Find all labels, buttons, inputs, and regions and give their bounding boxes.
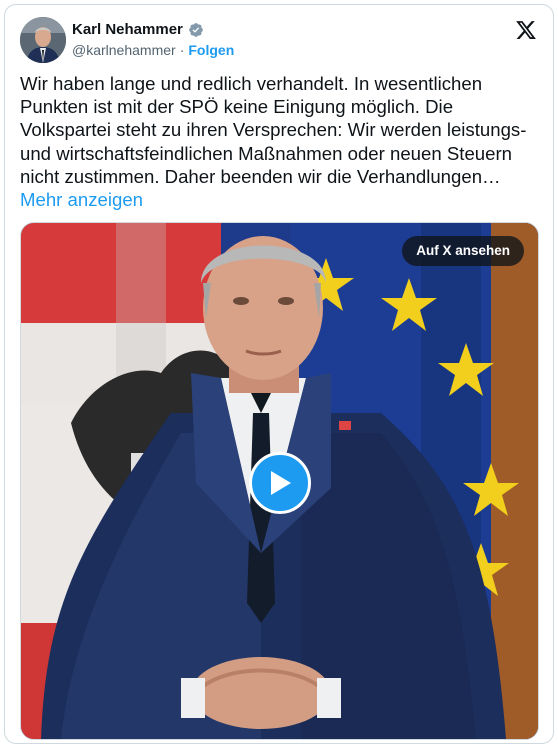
verified-badge-icon	[189, 22, 203, 37]
post-text: Wir haben lange und redlich verhandelt. …	[20, 72, 545, 211]
play-icon	[271, 471, 291, 495]
author-handle[interactable]: @karlnehammer	[72, 42, 176, 58]
embedded-post-card[interactable]: Karl Nehammer @karlnehammer · Folgen Wir…	[4, 4, 554, 744]
show-more-link[interactable]: Mehr anzeigen	[20, 189, 143, 210]
x-logo-icon[interactable]	[515, 19, 537, 41]
author-name[interactable]: Karl Nehammer	[72, 21, 183, 38]
post-body: Wir haben lange und redlich verhandelt. …	[20, 73, 527, 187]
follow-button[interactable]: Folgen	[188, 42, 234, 58]
play-button[interactable]	[249, 452, 311, 514]
avatar[interactable]	[20, 17, 66, 63]
video-player[interactable]: Auf X ansehen	[20, 222, 539, 740]
view-on-x-button[interactable]: Auf X ansehen	[402, 236, 524, 266]
separator-dot: ·	[179, 42, 185, 58]
